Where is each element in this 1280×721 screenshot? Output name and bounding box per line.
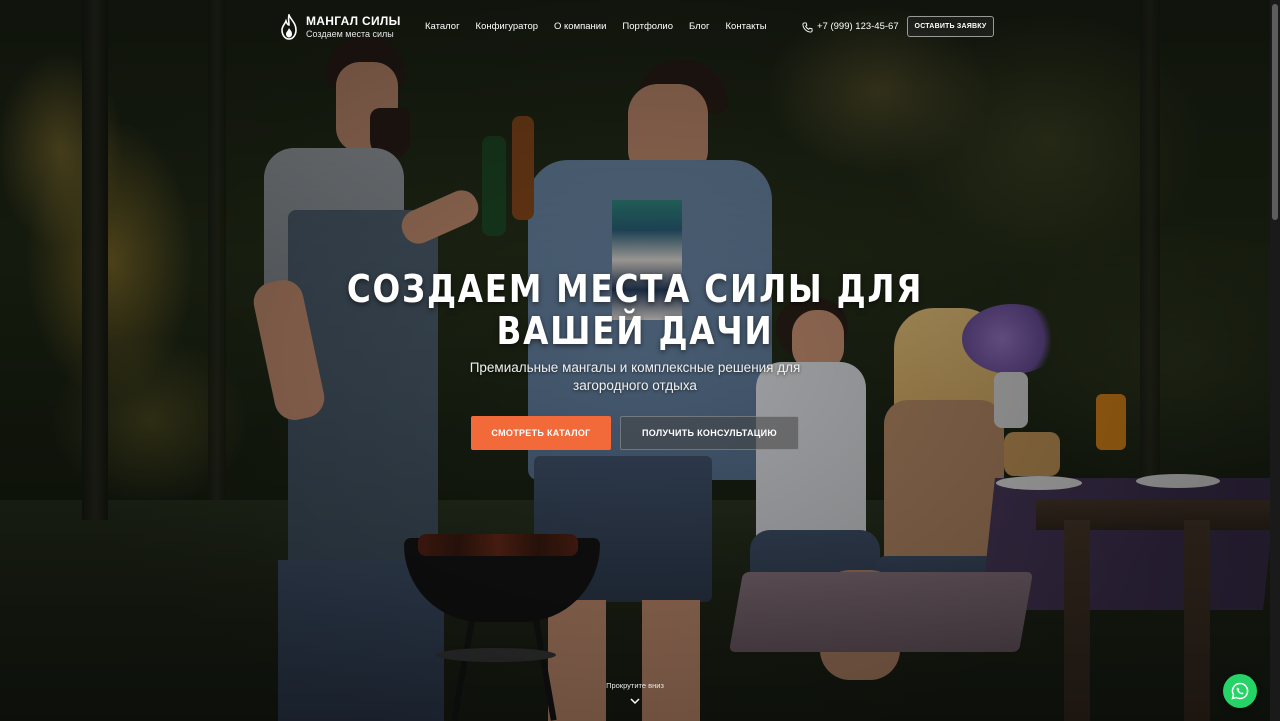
request-button[interactable]: ОСТАВИТЬ ЗАЯВКУ [907,16,994,37]
logo[interactable]: МАНГАЛ СИЛЫ Создаем места силы [280,14,401,40]
flame-icon [281,14,297,40]
nav-item-configurator[interactable]: Конфигуратор [476,20,538,34]
chevron-down-icon[interactable] [629,696,641,706]
get-consultation-button[interactable]: ПОЛУЧИТЬ КОНСУЛЬТАЦИЮ [620,416,799,450]
nav-item-about[interactable]: О компании [554,20,606,34]
nav-item-portfolio[interactable]: Портфолио [622,20,673,34]
hero-subtitle: Премиальные мангалы и комплексные решени… [469,360,801,393]
phone-number: +7 (999) 123-45-67 [817,21,899,32]
logo-title: МАНГАЛ СИЛЫ [306,14,401,28]
logo-subtitle: Создаем места силы [306,29,394,39]
page-scrollbar[interactable] [1270,0,1280,721]
whatsapp-icon [1231,682,1249,700]
nav-item-blog[interactable]: Блог [689,20,710,34]
hero-title: СОЗДАЕМ МЕСТА СИЛЫ ДЛЯ ВАШЕЙ ДАЧИ [346,267,924,353]
phone-link[interactable]: +7 (999) 123-45-67 [802,20,899,34]
whatsapp-button[interactable] [1223,674,1257,708]
nav-item-contacts[interactable]: Контакты [726,20,767,34]
main-nav: Каталог Конфигуратор О компании Портфоли… [425,20,767,34]
view-catalog-button[interactable]: СМОТРЕТЬ КАТАЛОГ [471,416,611,450]
site-header: МАНГАЛ СИЛЫ Создаем места силы Каталог К… [0,0,1270,54]
phone-icon [802,21,813,33]
nav-item-catalog[interactable]: Каталог [425,20,460,34]
scrollbar-thumb[interactable] [1272,4,1278,220]
scroll-hint[interactable]: Прокрутите вниз [585,681,685,690]
